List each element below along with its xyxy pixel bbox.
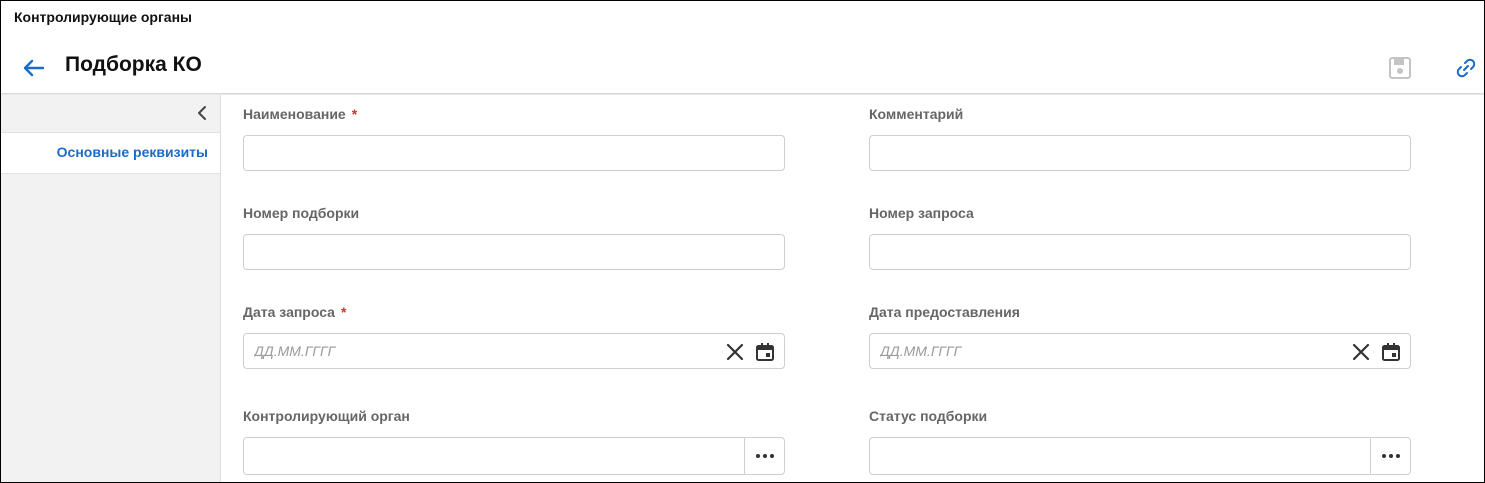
request-number-label: Номер запроса bbox=[869, 205, 974, 221]
required-mark: * bbox=[340, 304, 347, 320]
collapse-sidebar-button[interactable] bbox=[194, 104, 210, 122]
comment-input[interactable] bbox=[870, 136, 1410, 170]
chevron-left-icon bbox=[198, 106, 206, 120]
name-label: Наименование * bbox=[243, 106, 358, 122]
name-input[interactable] bbox=[244, 136, 784, 170]
name-field[interactable] bbox=[243, 135, 785, 171]
back-button[interactable] bbox=[21, 55, 47, 81]
selection-number-input[interactable] bbox=[244, 235, 784, 269]
calendar-icon[interactable] bbox=[754, 341, 776, 363]
sidebar: Основные реквизиты bbox=[1, 95, 221, 482]
request-date-field[interactable] bbox=[243, 333, 785, 369]
required-mark: * bbox=[351, 106, 358, 122]
sidebar-item-main-details[interactable]: Основные реквизиты bbox=[1, 132, 220, 174]
control-body-label: Контролирующий орган bbox=[243, 408, 410, 424]
selection-number-label: Номер подборки bbox=[243, 205, 360, 221]
calendar-icon[interactable] bbox=[1380, 341, 1402, 363]
request-date-input[interactable] bbox=[244, 334, 704, 368]
comment-label: Комментарий bbox=[869, 106, 964, 122]
control-body-select-button[interactable] bbox=[744, 438, 784, 474]
request-number-field[interactable] bbox=[869, 234, 1411, 270]
link-icon bbox=[1456, 58, 1476, 78]
request-date-label: Дата запроса * bbox=[243, 304, 347, 320]
app-title: Контролирующие органы bbox=[14, 9, 193, 25]
link-button[interactable] bbox=[1454, 56, 1478, 80]
page-title: Подборка КО bbox=[65, 53, 202, 76]
provision-date-field[interactable] bbox=[869, 333, 1411, 369]
more-dots-icon bbox=[1381, 454, 1400, 458]
request-number-input[interactable] bbox=[870, 235, 1410, 269]
provision-date-label: Дата предоставления bbox=[869, 304, 1020, 320]
page-header: Подборка КО bbox=[1, 41, 1484, 93]
save-button[interactable] bbox=[1388, 56, 1412, 80]
control-body-field[interactable] bbox=[243, 437, 785, 475]
close-icon[interactable] bbox=[1351, 342, 1371, 362]
selection-status-select-button[interactable] bbox=[1370, 438, 1410, 474]
header-divider bbox=[1, 93, 1484, 95]
save-icon bbox=[1389, 57, 1411, 79]
selection-status-label: Статус подборки bbox=[869, 408, 988, 424]
selection-status-input[interactable] bbox=[870, 438, 1373, 474]
app-window: Контролирующие органы Подборка КО Основн… bbox=[0, 0, 1485, 483]
selection-status-field[interactable] bbox=[869, 437, 1411, 475]
selection-number-field[interactable] bbox=[243, 234, 785, 270]
provision-date-input[interactable] bbox=[870, 334, 1330, 368]
more-dots-icon bbox=[755, 454, 774, 458]
comment-field[interactable] bbox=[869, 135, 1411, 171]
sidebar-item-label: Основные реквизиты bbox=[56, 144, 208, 160]
control-body-input[interactable] bbox=[244, 438, 747, 474]
close-icon[interactable] bbox=[725, 342, 745, 362]
arrow-left-icon bbox=[23, 59, 45, 77]
